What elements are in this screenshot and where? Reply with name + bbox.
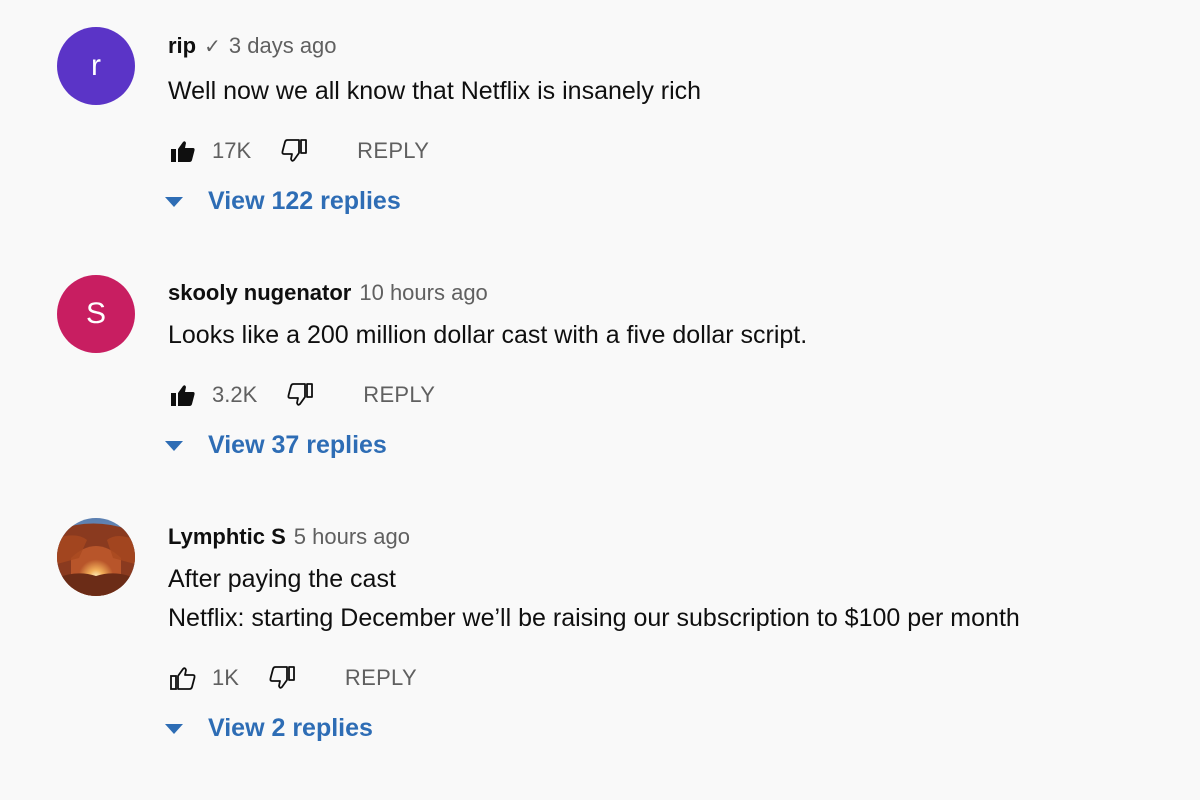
avatar[interactable]	[57, 518, 135, 596]
comment-line: Well now we all know that Netflix is ins…	[168, 77, 702, 105]
like-count: 1K	[212, 665, 239, 690]
comment-line: After paying the cast	[168, 565, 396, 593]
comment-actions: 3.2K REPLY	[168, 377, 435, 413]
caret-down-icon	[162, 434, 186, 458]
landscape-photo-icon	[57, 518, 135, 596]
thumb-down-icon[interactable]	[285, 380, 315, 410]
like-count: 3.2K	[212, 382, 258, 407]
avatar-letter: S	[85, 297, 106, 330]
thumb-down-icon[interactable]	[279, 136, 309, 166]
avatar[interactable]: S	[57, 275, 135, 353]
author-name[interactable]: Lymphtic S	[168, 524, 286, 550]
caret-down-icon	[162, 190, 186, 214]
reply-button[interactable]: REPLY	[363, 382, 435, 408]
thumb-up-icon[interactable]	[168, 136, 198, 166]
view-replies-label: View 122 replies	[208, 187, 401, 215]
avatar-letter: r	[91, 49, 101, 82]
thumb-up-icon[interactable]	[168, 663, 198, 693]
thumb-down-icon[interactable]	[267, 663, 297, 693]
comment-time[interactable]: 10 hours ago	[359, 280, 487, 306]
comment-header: Lymphtic S 5 hours ago	[168, 524, 410, 550]
comment-line: Looks like a 200 million dollar cast wit…	[168, 321, 808, 349]
reply-button[interactable]: REPLY	[357, 138, 429, 164]
reply-button[interactable]: REPLY	[345, 665, 417, 691]
thumb-up-icon[interactable]	[168, 380, 198, 410]
comment-time[interactable]: 3 days ago	[229, 33, 337, 59]
comment-header: rip ✓ 3 days ago	[168, 33, 337, 59]
author-name[interactable]: skooly nugenator	[168, 280, 351, 306]
caret-down-icon	[162, 717, 186, 741]
comment-time[interactable]: 5 hours ago	[294, 524, 410, 550]
avatar[interactable]: r	[57, 27, 135, 105]
view-replies-label: View 37 replies	[208, 431, 387, 459]
comment-text: After paying the cast Netflix: starting …	[168, 560, 1020, 638]
verified-icon: ✓	[204, 36, 221, 58]
author-name[interactable]: rip	[168, 33, 196, 59]
comment-text: Well now we all know that Netflix is ins…	[168, 72, 701, 111]
view-replies-button[interactable]: View 122 replies	[162, 187, 401, 216]
like-count: 17K	[212, 138, 252, 163]
view-replies-button[interactable]: View 2 replies	[162, 714, 373, 743]
comment-actions: 17K REPLY	[168, 133, 429, 169]
view-replies-button[interactable]: View 37 replies	[162, 431, 387, 460]
comment-text: Looks like a 200 million dollar cast wit…	[168, 316, 807, 355]
comment-line: Netflix: starting December we’ll be rais…	[168, 604, 1020, 632]
comment-actions: 1K REPLY	[168, 660, 417, 696]
comment-header: skooly nugenator 10 hours ago	[168, 280, 488, 306]
view-replies-label: View 2 replies	[208, 714, 373, 742]
